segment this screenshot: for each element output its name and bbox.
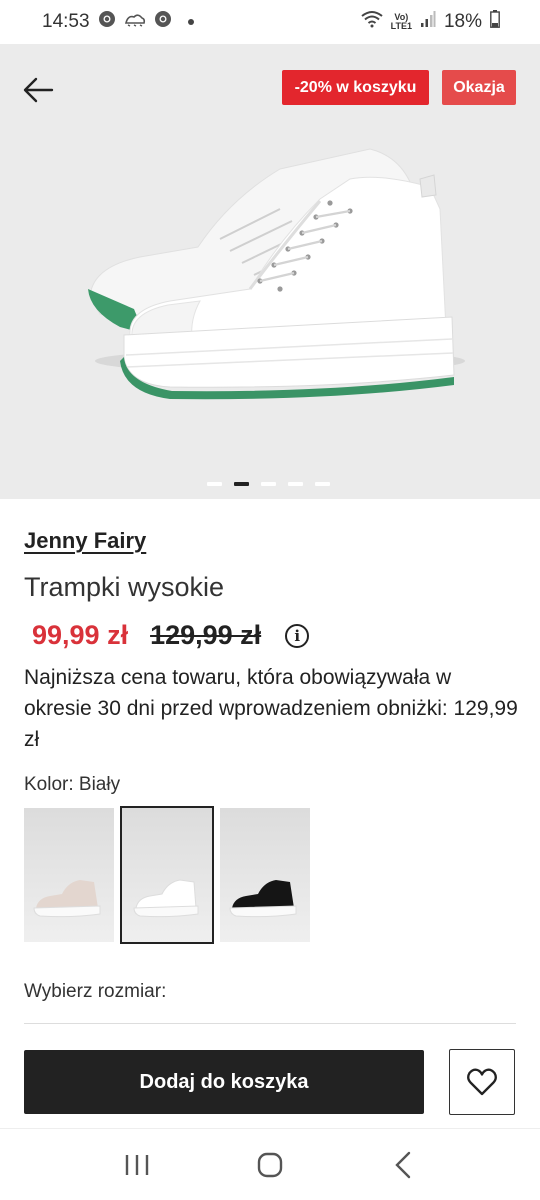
swatch-black[interactable] — [220, 808, 310, 942]
weather-icon — [124, 11, 146, 33]
info-icon[interactable]: i — [285, 623, 310, 648]
add-to-cart-button[interactable]: Dodaj do koszyka — [24, 1050, 424, 1114]
battery-percent: 18% — [443, 11, 482, 32]
discount-badge: -20% w koszyku — [282, 70, 429, 105]
home-button[interactable] — [240, 1140, 300, 1190]
status-bar: 14:53 Vo) LTE1 18% — [0, 0, 540, 44]
product-image-gallery[interactable]: -20% w koszyku Okazja — [0, 44, 540, 499]
swatch-white-image — [133, 879, 199, 918]
volte-line2: LTE1 — [390, 21, 412, 31]
chrome-icon — [154, 10, 172, 34]
product-title: Trampki wysokie — [24, 572, 225, 602]
swatch-beige-image — [33, 880, 101, 918]
price-current: 99,99 zł — [32, 620, 129, 650]
size-label[interactable]: Wybierz rozmiar: — [24, 981, 166, 1003]
color-swatches — [24, 806, 310, 944]
arrow-left-icon — [23, 77, 54, 103]
home-icon — [257, 1152, 283, 1177]
price-row: 99,99 zł 129,99 zł i — [32, 620, 310, 651]
status-time: 14:53 — [42, 11, 90, 32]
wifi-icon — [361, 10, 383, 34]
gallery-pagination — [207, 482, 330, 486]
divider — [24, 1023, 516, 1024]
status-left: 14:53 — [42, 10, 194, 34]
lowest-price-note: Najniższa cena towaru, która obowiązywał… — [24, 666, 518, 751]
page-dot-active[interactable] — [234, 482, 249, 486]
system-nav-bar — [0, 1128, 540, 1200]
chrome-icon — [98, 10, 116, 34]
swatch-beige[interactable] — [24, 808, 114, 942]
page-dot[interactable] — [207, 482, 222, 486]
brand-link[interactable]: Jenny Fairy — [24, 528, 146, 554]
battery-icon — [490, 10, 500, 34]
back-button[interactable] — [20, 72, 60, 108]
wishlist-button[interactable] — [449, 1049, 515, 1115]
recent-apps-button[interactable] — [107, 1140, 167, 1190]
swatch-white[interactable] — [120, 806, 214, 944]
signal-icon — [420, 10, 436, 34]
swatch-black-image — [229, 880, 297, 918]
price-old: 129,99 zł — [150, 620, 262, 650]
heart-icon — [467, 1068, 497, 1096]
color-label: Kolor: Biały — [24, 774, 121, 795]
recent-apps-icon — [125, 1154, 148, 1175]
chevron-left-icon — [395, 1151, 411, 1178]
page-dot[interactable] — [261, 482, 276, 486]
back-nav-button[interactable] — [373, 1140, 433, 1190]
product-image — [88, 148, 465, 400]
page-dot[interactable] — [288, 482, 303, 486]
notification-dot-icon — [187, 19, 194, 25]
page-dot[interactable] — [315, 482, 330, 486]
status-right: Vo) LTE1 18% — [361, 10, 500, 34]
okazja-badge: Okazja — [442, 70, 516, 105]
volte-icon: Vo) LTE1 — [391, 13, 412, 31]
